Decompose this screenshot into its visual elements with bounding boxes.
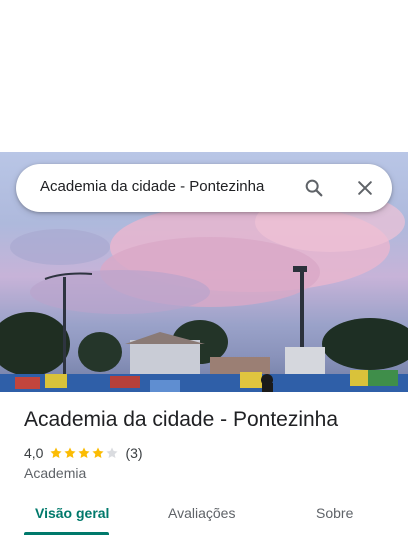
star-filled-icon xyxy=(92,447,105,459)
place-title: Academia da cidade - Pontezinha xyxy=(24,408,339,431)
blank-area xyxy=(0,0,408,152)
star-empty-icon xyxy=(106,447,119,459)
clear-search-button[interactable] xyxy=(351,174,379,202)
rating-stars xyxy=(49,446,119,460)
search-bar[interactable]: Academia da cidade - Pontezinha xyxy=(16,164,392,212)
star-filled-icon xyxy=(64,447,77,459)
review-count[interactable]: (3) xyxy=(125,445,142,461)
active-tab-indicator xyxy=(24,532,109,535)
search-icon xyxy=(305,179,323,197)
search-button[interactable] xyxy=(300,174,328,202)
star-filled-icon xyxy=(78,447,91,459)
rating-value: 4,0 xyxy=(24,445,44,461)
close-icon xyxy=(358,181,372,195)
tab-overview[interactable]: Visão geral xyxy=(35,505,109,521)
place-tabs: Visão geral Avaliações Sobre xyxy=(0,492,408,536)
rating-row[interactable]: 4,0 (3) xyxy=(24,444,143,462)
tab-about[interactable]: Sobre xyxy=(316,505,353,521)
tab-reviews[interactable]: Avaliações xyxy=(168,505,235,521)
star-filled-icon xyxy=(50,447,63,459)
place-category[interactable]: Academia xyxy=(24,465,86,481)
search-query[interactable]: Academia da cidade - Pontezinha xyxy=(40,178,264,195)
